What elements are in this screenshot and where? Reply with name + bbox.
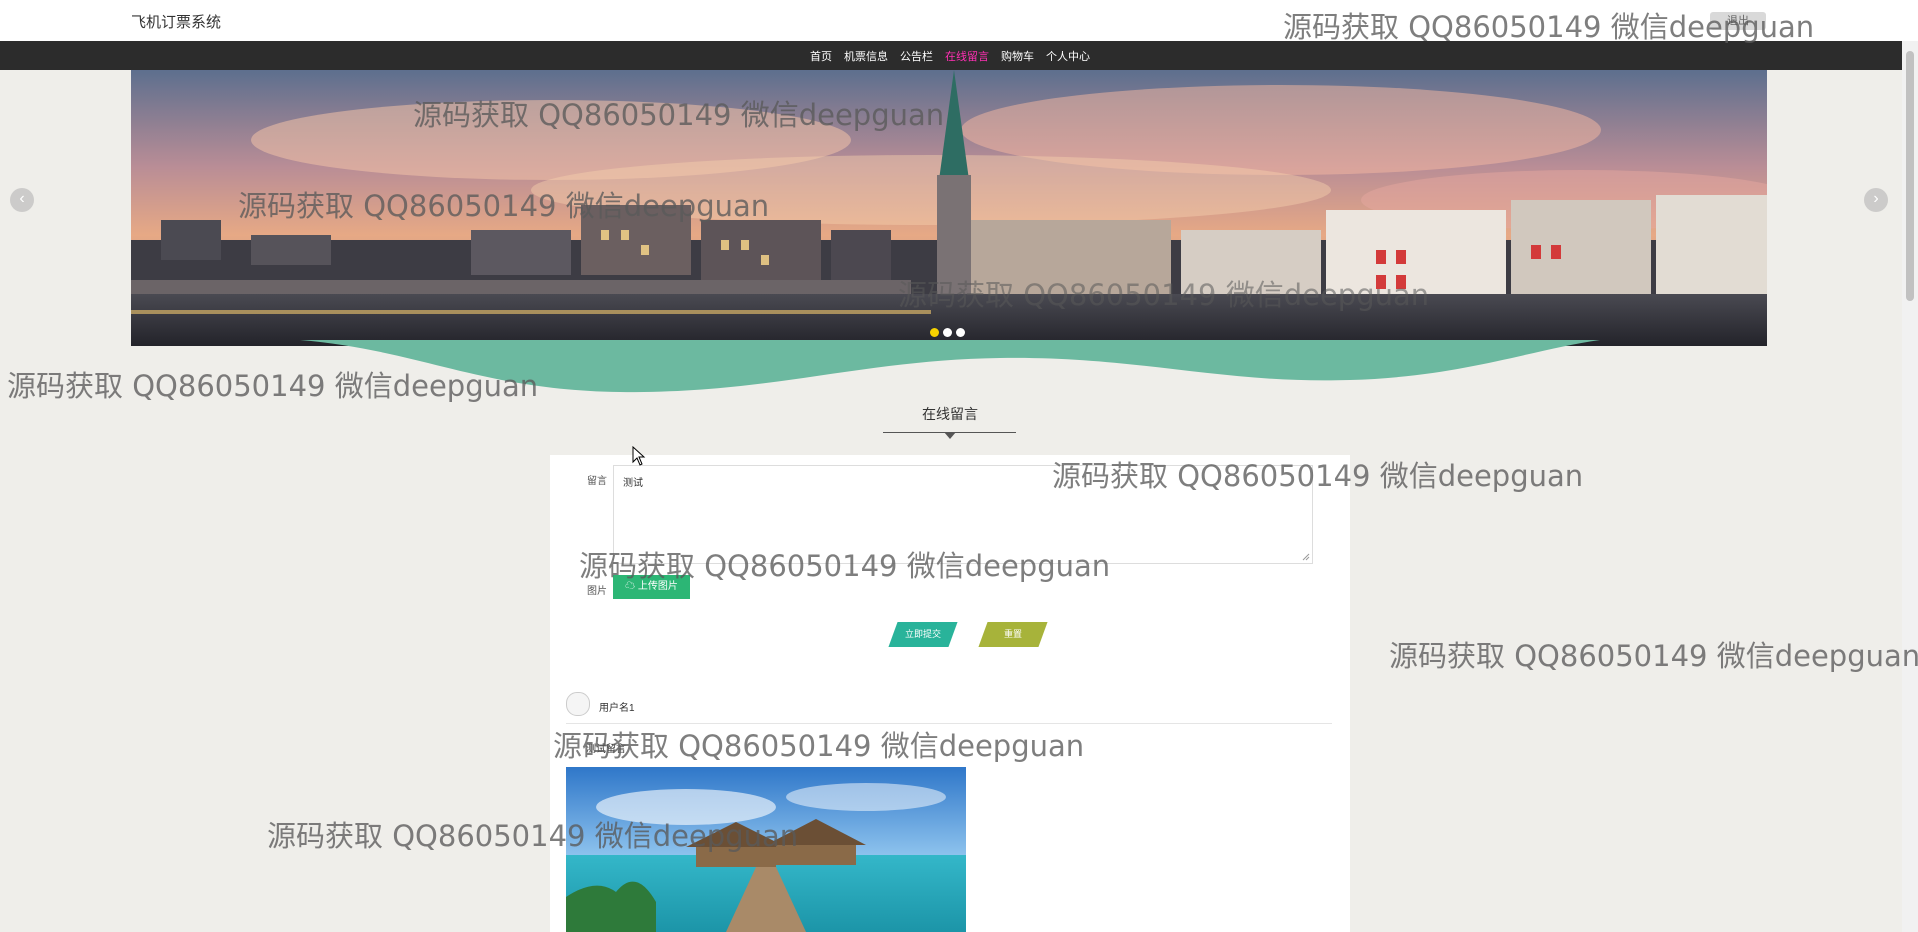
submit-button[interactable]: 立即提交 bbox=[888, 622, 958, 647]
nav-item-online-message[interactable]: 在线留言 bbox=[945, 48, 989, 64]
nav-item-personal-center[interactable]: 个人中心 bbox=[1046, 48, 1090, 64]
carousel-dot-3[interactable] bbox=[956, 328, 965, 337]
nav-item-cart[interactable]: 购物车 bbox=[1001, 48, 1034, 64]
comment-image bbox=[566, 767, 966, 932]
avatar bbox=[566, 692, 590, 716]
site-title: 飞机订票系统 bbox=[131, 14, 222, 31]
carousel-next-button[interactable]: › bbox=[1864, 188, 1888, 212]
top-bar: 飞机订票系统 退出 bbox=[0, 0, 1918, 41]
caret-down-icon bbox=[944, 432, 956, 439]
reset-button[interactable]: 重置 bbox=[978, 622, 1048, 647]
mouse-cursor-icon bbox=[632, 446, 646, 466]
upload-image-button[interactable]: ☁ 上传图片 bbox=[613, 575, 690, 599]
carousel-dot-2[interactable] bbox=[943, 328, 952, 337]
main-nav: 首页 机票信息 公告栏 在线留言 购物车 个人中心 bbox=[0, 41, 1918, 70]
nav-item-announcements[interactable]: 公告栏 bbox=[900, 48, 933, 64]
chevron-right-icon: › bbox=[1873, 190, 1879, 207]
cloud-upload-icon: ☁ bbox=[625, 581, 636, 592]
comment-username: 用户名1 bbox=[599, 703, 635, 714]
message-textarea[interactable]: 测试 bbox=[613, 465, 1313, 564]
message-label: 留言 bbox=[587, 476, 607, 487]
carousel-dot-1[interactable] bbox=[930, 328, 939, 337]
upload-image-label: 上传图片 bbox=[637, 581, 678, 592]
logout-button[interactable]: 退出 bbox=[1710, 12, 1766, 30]
banner-carousel[interactable] bbox=[131, 70, 1767, 346]
chevron-left-icon: ‹ bbox=[19, 190, 25, 207]
comment-content: 测试留言 bbox=[586, 744, 626, 755]
banner-image bbox=[131, 70, 1767, 346]
image-label: 图片 bbox=[587, 586, 607, 597]
resize-grip-icon[interactable] bbox=[1302, 553, 1310, 561]
scrollbar-thumb[interactable] bbox=[1906, 51, 1914, 301]
comment-divider bbox=[566, 723, 1332, 724]
submit-label: 立即提交 bbox=[904, 629, 941, 639]
page-scrollbar[interactable] bbox=[1902, 41, 1918, 932]
message-panel: 留言 测试 图片 ☁ 上传图片 立即提交 重置 用户名1 测试留言 bbox=[550, 455, 1350, 932]
message-textarea-value: 测试 bbox=[623, 478, 643, 489]
watermark: 源码获取 QQ86050149 微信deepguan bbox=[1389, 639, 1918, 673]
nav-item-home[interactable]: 首页 bbox=[810, 48, 832, 64]
decorative-wave bbox=[300, 340, 1600, 393]
comment-image-picture bbox=[566, 767, 966, 932]
section-title: 在线留言 bbox=[922, 406, 978, 422]
carousel-prev-button[interactable]: ‹ bbox=[10, 188, 34, 212]
nav-item-flight-info[interactable]: 机票信息 bbox=[844, 48, 888, 64]
reset-label: 重置 bbox=[1003, 629, 1022, 639]
